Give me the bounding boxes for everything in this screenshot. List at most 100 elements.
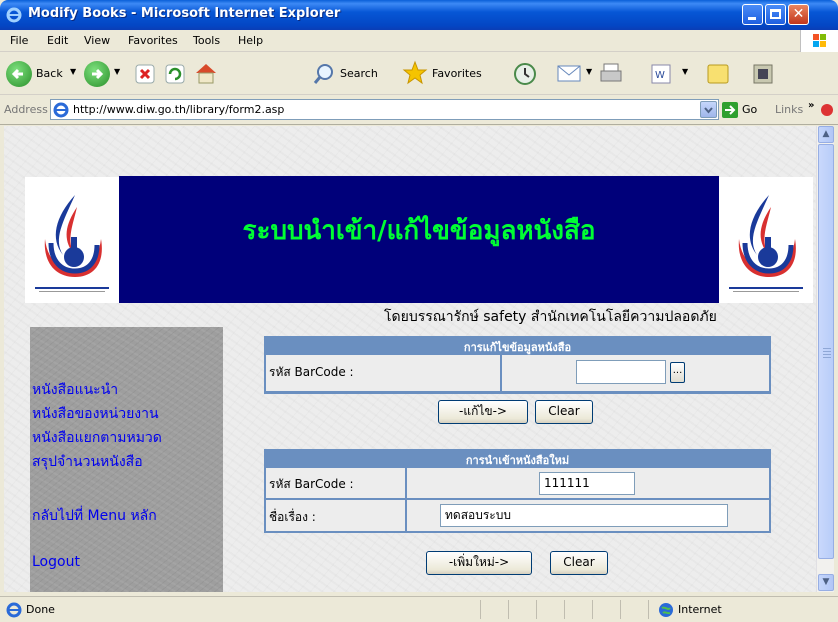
messenger-icon[interactable] [750, 61, 776, 87]
sidebar-link-recommended[interactable]: หนังสือแนะนำ [32, 379, 118, 401]
menu-file[interactable]: File [10, 34, 28, 47]
status-text: Done [26, 603, 55, 616]
sidebar-link-by-category[interactable]: หนังสือแยกตามหมวด [32, 427, 162, 449]
search-button[interactable]: Search [340, 67, 378, 80]
address-dropdown-button[interactable] [700, 101, 717, 118]
back-arrow-icon[interactable] [6, 61, 32, 87]
stop-icon[interactable] [134, 63, 156, 85]
add-submit-button[interactable]: -เพิ่มใหม่-> [426, 551, 532, 575]
scroll-down-icon[interactable]: ▼ [818, 574, 834, 591]
page-content: ระบบนำเข้า/แก้ไขข้อมูลหนังสือ โดยบรรณารั… [4, 126, 816, 592]
menu-bar: File Edit View Favorites Tools Help [0, 30, 838, 52]
minimize-button[interactable] [742, 4, 763, 25]
edit-barcode-label: รหัส BarCode : [269, 365, 354, 379]
history-icon[interactable] [512, 61, 538, 87]
menu-edit[interactable]: Edit [47, 34, 68, 47]
mail-icon[interactable] [556, 62, 582, 84]
right-logo [719, 177, 813, 303]
standard-toolbar: Back ▼ ▼ Search Favorites ▼ W ▼ [0, 53, 838, 95]
add-subject-label: ชื่อเรื่อง : [269, 510, 316, 524]
add-barcode-label-cell: รหัส BarCode : [266, 468, 405, 498]
address-input[interactable]: http://www.diw.go.th/library/form2.asp [50, 99, 719, 120]
status-divider [480, 600, 481, 619]
favorites-button[interactable]: Favorites [432, 67, 482, 80]
back-button[interactable]: Back [36, 67, 63, 80]
edit-clear-button[interactable]: Clear [535, 400, 593, 424]
edit-submit-button[interactable]: -แก้ไข-> [438, 400, 528, 424]
grip-line [823, 348, 831, 349]
chevron-down-icon [704, 107, 713, 114]
links-button[interactable]: Links [775, 103, 803, 116]
header-banner: ระบบนำเข้า/แก้ไขข้อมูลหนังสือ [119, 176, 719, 303]
address-label: Address [4, 103, 48, 116]
scroll-thumb[interactable] [818, 144, 834, 559]
diw-logo-icon [35, 195, 109, 292]
menu-help[interactable]: Help [238, 34, 263, 47]
forward-arrow-icon[interactable] [84, 61, 110, 87]
ie-icon [6, 7, 22, 23]
add-barcode-input[interactable]: 111111 [539, 472, 635, 495]
menu-favorites[interactable]: Favorites [128, 34, 178, 47]
edit-barcode-label-cell: รหัส BarCode : [266, 355, 500, 391]
page-title: ระบบนำเข้า/แก้ไขข้อมูลหนังสือ [242, 216, 596, 246]
edit-word-icon[interactable]: W [650, 63, 672, 85]
grip-line [823, 351, 831, 352]
add-barcode-label: รหัส BarCode : [269, 477, 354, 491]
maximize-icon [770, 9, 781, 19]
print-icon[interactable] [598, 61, 624, 87]
mail-dropdown-icon[interactable]: ▼ [586, 67, 592, 76]
grip-line [823, 354, 831, 355]
address-bar: Address http://www.diw.go.th/library/for… [0, 95, 838, 125]
menu-view[interactable]: View [84, 34, 110, 47]
add-subject-input[interactable]: ทดสอบระบบ [440, 504, 728, 527]
page-icon [53, 102, 69, 118]
close-button[interactable]: ✕ [788, 4, 809, 25]
close-icon: ✕ [792, 6, 805, 22]
internet-zone-icon [659, 603, 673, 617]
minimize-icon [748, 17, 756, 20]
status-divider [620, 600, 621, 619]
search-icon[interactable] [312, 62, 336, 86]
scroll-up-icon[interactable]: ▲ [818, 126, 834, 143]
menu-tools[interactable]: Tools [193, 34, 220, 47]
discuss-icon[interactable] [706, 62, 730, 86]
status-divider [536, 600, 537, 619]
windows-logo [800, 30, 838, 52]
sidebar-link-summary[interactable]: สรุปจำนวนหนังสือ [32, 451, 143, 473]
edit-barcode-input[interactable] [576, 360, 666, 384]
title-bar: Modify Books - Microsoft Internet Explor… [0, 0, 838, 30]
toolbar-extra-icon[interactable] [820, 102, 836, 118]
forward-dropdown-icon[interactable]: ▼ [114, 67, 120, 76]
credit-line: โดยบรรณารักษ์ safety สำนักเทคโนโลยีความป… [384, 309, 717, 325]
add-subject-input-cell: ทดสอบระบบ [407, 500, 769, 531]
add-form-title: การนำเข้าหนังสือใหม่ [465, 454, 570, 467]
svg-text:W: W [655, 70, 665, 81]
edit-form-title: การแก้ไขข้อมูลหนังสือ [463, 341, 572, 354]
sidebar-link-agency-books[interactable]: หนังสือของหน่วยงาน [32, 403, 159, 425]
favorites-star-icon[interactable] [402, 60, 428, 86]
left-logo [25, 177, 119, 303]
status-divider [564, 600, 565, 619]
home-icon[interactable] [193, 61, 219, 85]
security-zone: Internet [678, 603, 722, 616]
add-barcode-input-cell: 111111 [407, 468, 769, 498]
back-dropdown-icon[interactable]: ▼ [70, 67, 76, 76]
status-bar: Done Internet [0, 596, 838, 622]
refresh-icon[interactable] [164, 63, 186, 85]
sidebar-link-logout[interactable]: Logout [32, 554, 80, 570]
maximize-button[interactable] [765, 4, 786, 25]
sidebar-link-main-menu[interactable]: กลับไปที่ Menu หลัก [32, 505, 157, 527]
vertical-scrollbar[interactable]: ▲ ▼ [816, 126, 834, 592]
add-clear-button[interactable]: Clear [550, 551, 608, 575]
browser-window: Modify Books - Microsoft Internet Explor… [0, 0, 838, 622]
go-arrow-icon[interactable] [722, 102, 738, 118]
diw-logo-icon [729, 195, 803, 292]
links-chevron-icon[interactable]: » [808, 100, 814, 111]
go-button[interactable]: Go [742, 103, 757, 116]
edit-browse-button[interactable]: ... [670, 362, 685, 383]
edit-book-form: การแก้ไขข้อมูลหนังสือ รหัส BarCode : ... [264, 336, 771, 394]
edit-dropdown-icon[interactable]: ▼ [682, 67, 688, 76]
windows-flag-icon [813, 34, 826, 47]
edit-barcode-input-cell: ... [502, 355, 769, 391]
sidebar-nav: หนังสือแนะนำ หนังสือของหน่วยงาน หนังสือแ… [30, 327, 223, 592]
